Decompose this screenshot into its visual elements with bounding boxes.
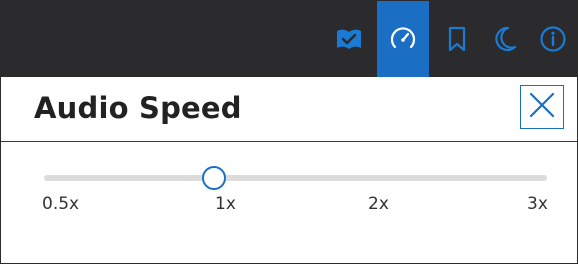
book-check-icon <box>336 28 362 50</box>
top-toolbar <box>1 1 577 77</box>
slider-track[interactable] <box>44 175 547 181</box>
toc-button[interactable] <box>323 1 375 77</box>
moon-icon <box>493 26 517 52</box>
tick-label-0-5x: 0.5x <box>42 194 80 214</box>
info-button[interactable] <box>527 1 578 77</box>
audio-speed-button[interactable] <box>377 1 429 77</box>
bookmark-icon <box>447 26 467 52</box>
audio-speed-window: Audio Speed 0.5x 1x 2x 3x <box>0 0 578 264</box>
night-mode-button[interactable] <box>479 1 531 77</box>
tick-label-3x: 3x <box>527 194 548 214</box>
bookmark-button[interactable] <box>431 1 483 77</box>
panel-title: Audio Speed <box>34 91 242 125</box>
speed-slider: 0.5x 1x 2x 3x <box>1 142 577 263</box>
tick-label-2x: 2x <box>368 194 389 214</box>
close-icon <box>528 91 556 123</box>
close-button[interactable] <box>520 85 564 129</box>
panel-header: Audio Speed <box>1 77 577 142</box>
info-icon <box>539 25 567 53</box>
tick-label-1x: 1x <box>215 194 236 214</box>
slider-thumb[interactable] <box>202 166 226 190</box>
speedometer-icon <box>389 25 417 53</box>
